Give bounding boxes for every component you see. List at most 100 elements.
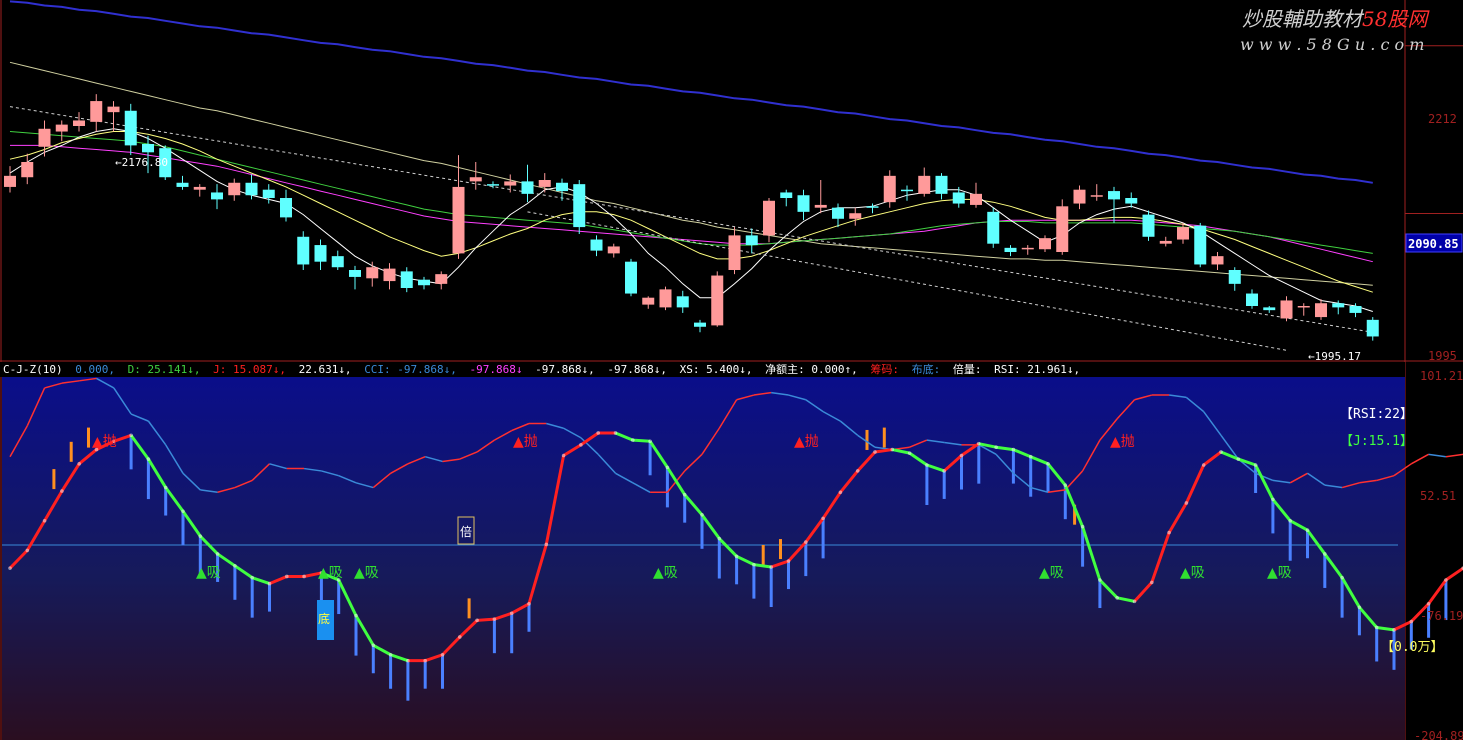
candle-body-46 [797, 195, 810, 212]
j-point-55 [959, 453, 964, 458]
j-point-24 [423, 658, 428, 663]
candle-body-45 [780, 192, 793, 198]
candle-body-35 [607, 246, 620, 254]
j-point-21 [371, 643, 376, 648]
candle-body-13 [228, 182, 241, 196]
watermark-title: 炒股輔助教材58股网 [1242, 7, 1430, 31]
j-point-15 [267, 581, 272, 586]
j-point-68 [1184, 501, 1189, 505]
j-point-29 [509, 611, 514, 616]
j-tag: 【J:15.1】 [1340, 434, 1413, 449]
j-point-25 [440, 652, 445, 657]
buy-signal-2: ▲吸 [318, 565, 343, 581]
j-point-72 [1253, 463, 1258, 467]
j-point-71 [1236, 457, 1241, 461]
buy-signal-6: ▲吸 [1180, 565, 1205, 581]
j-point-48 [838, 490, 843, 495]
j-point-58 [1011, 447, 1016, 452]
buy-signal-4: ▲吸 [653, 565, 678, 581]
candle-body-48 [832, 207, 844, 219]
candle-body-19 [331, 256, 344, 268]
candle-body-49 [849, 213, 862, 219]
candle-body-8 [142, 144, 154, 153]
j-point-30 [527, 601, 531, 606]
candle-body-34 [590, 239, 603, 251]
candle-body-33 [573, 184, 586, 228]
j-point-36 [631, 438, 635, 442]
candle-body-32 [556, 182, 568, 192]
j-point-46 [804, 540, 808, 544]
watermark-url: w w w . 5 8 G u . c o m [1240, 35, 1424, 54]
candle-body-23 [400, 271, 413, 288]
readout-3: 22.631↓, [299, 363, 352, 376]
j-point-78 [1357, 605, 1362, 610]
j-point-16 [285, 574, 289, 579]
candle-body-37 [642, 297, 655, 305]
candle-body-7 [124, 110, 137, 146]
stock-chart[interactable]: ←2176.80 ←1995.17 2212 2090.85 1995 炒股輔助… [0, 0, 1463, 740]
j-point-3 [60, 489, 64, 493]
candle-body-5 [90, 101, 103, 122]
sell-signal-3: ▲抛 [794, 434, 819, 450]
candle-body-31 [538, 180, 551, 187]
candle-body-20 [349, 270, 361, 277]
candle-body-71 [1228, 270, 1241, 284]
j-point-74 [1288, 518, 1292, 523]
j-point-23 [406, 658, 410, 663]
readout-2: J: 15.087↓, [213, 363, 286, 376]
j-point-17 [302, 574, 306, 579]
j-point-42 [734, 554, 739, 559]
j-point-75 [1305, 528, 1310, 533]
readout-5: -97.868↓ [470, 363, 523, 376]
j-point-52 [907, 451, 912, 455]
candle-body-72 [1246, 293, 1258, 306]
j-point-77 [1340, 575, 1344, 580]
j-point-8 [146, 457, 151, 461]
candle-body-55 [952, 192, 965, 204]
price-axis-1995: 1995 [1428, 349, 1457, 363]
j-point-39 [682, 492, 687, 497]
j-point-0 [8, 566, 12, 570]
j-point-26 [458, 635, 462, 639]
j-point-63 [1098, 578, 1102, 582]
readout-0: 0.000, [75, 363, 115, 376]
j-point-67 [1167, 530, 1171, 535]
j-point-81 [1409, 619, 1414, 624]
j-segment-37 [632, 438, 651, 443]
candle-body-27 [469, 177, 482, 182]
j-point-69 [1201, 463, 1206, 467]
j-point-61 [1063, 483, 1068, 487]
j-point-64 [1115, 596, 1119, 600]
readout-13: RSI: 21.961↓, [994, 363, 1080, 376]
indicator-axis-lower: -76.19 [1420, 609, 1463, 623]
candle-body-73 [1263, 307, 1276, 311]
bei-volume-label: 倍 [460, 524, 472, 539]
candle-body-0 [4, 175, 16, 187]
j-point-34 [596, 431, 600, 435]
candle-body-29 [504, 181, 517, 186]
candle-body-15 [262, 189, 275, 198]
j-point-62 [1080, 524, 1085, 529]
candle-body-61 [1056, 206, 1069, 252]
j-point-83 [1444, 578, 1448, 582]
watermark-brand: 58股网 [1362, 7, 1430, 31]
candle-body-1 [21, 162, 34, 178]
readout-12: 倍量: [953, 362, 982, 376]
rsi-tag: 【RSI:22】 [1340, 407, 1413, 422]
j-point-59 [1028, 454, 1033, 459]
j-point-11 [198, 534, 203, 538]
candle-body-17 [297, 236, 310, 265]
readout-9: 净额主: 0.000↑, [765, 362, 858, 376]
candle-body-12 [211, 192, 223, 200]
j-point-73 [1271, 497, 1275, 502]
candle-body-75 [1297, 306, 1310, 308]
readout-8: XS: 5.400↓, [680, 363, 753, 376]
j-point-37 [648, 439, 652, 444]
candle-body-36 [625, 261, 637, 294]
j-point-7 [129, 433, 133, 438]
candle-body-76 [1315, 303, 1327, 318]
candle-body-79 [1366, 319, 1379, 337]
candle-body-74 [1280, 300, 1293, 319]
price-panel [0, 0, 1405, 360]
j-point-28 [492, 617, 497, 621]
